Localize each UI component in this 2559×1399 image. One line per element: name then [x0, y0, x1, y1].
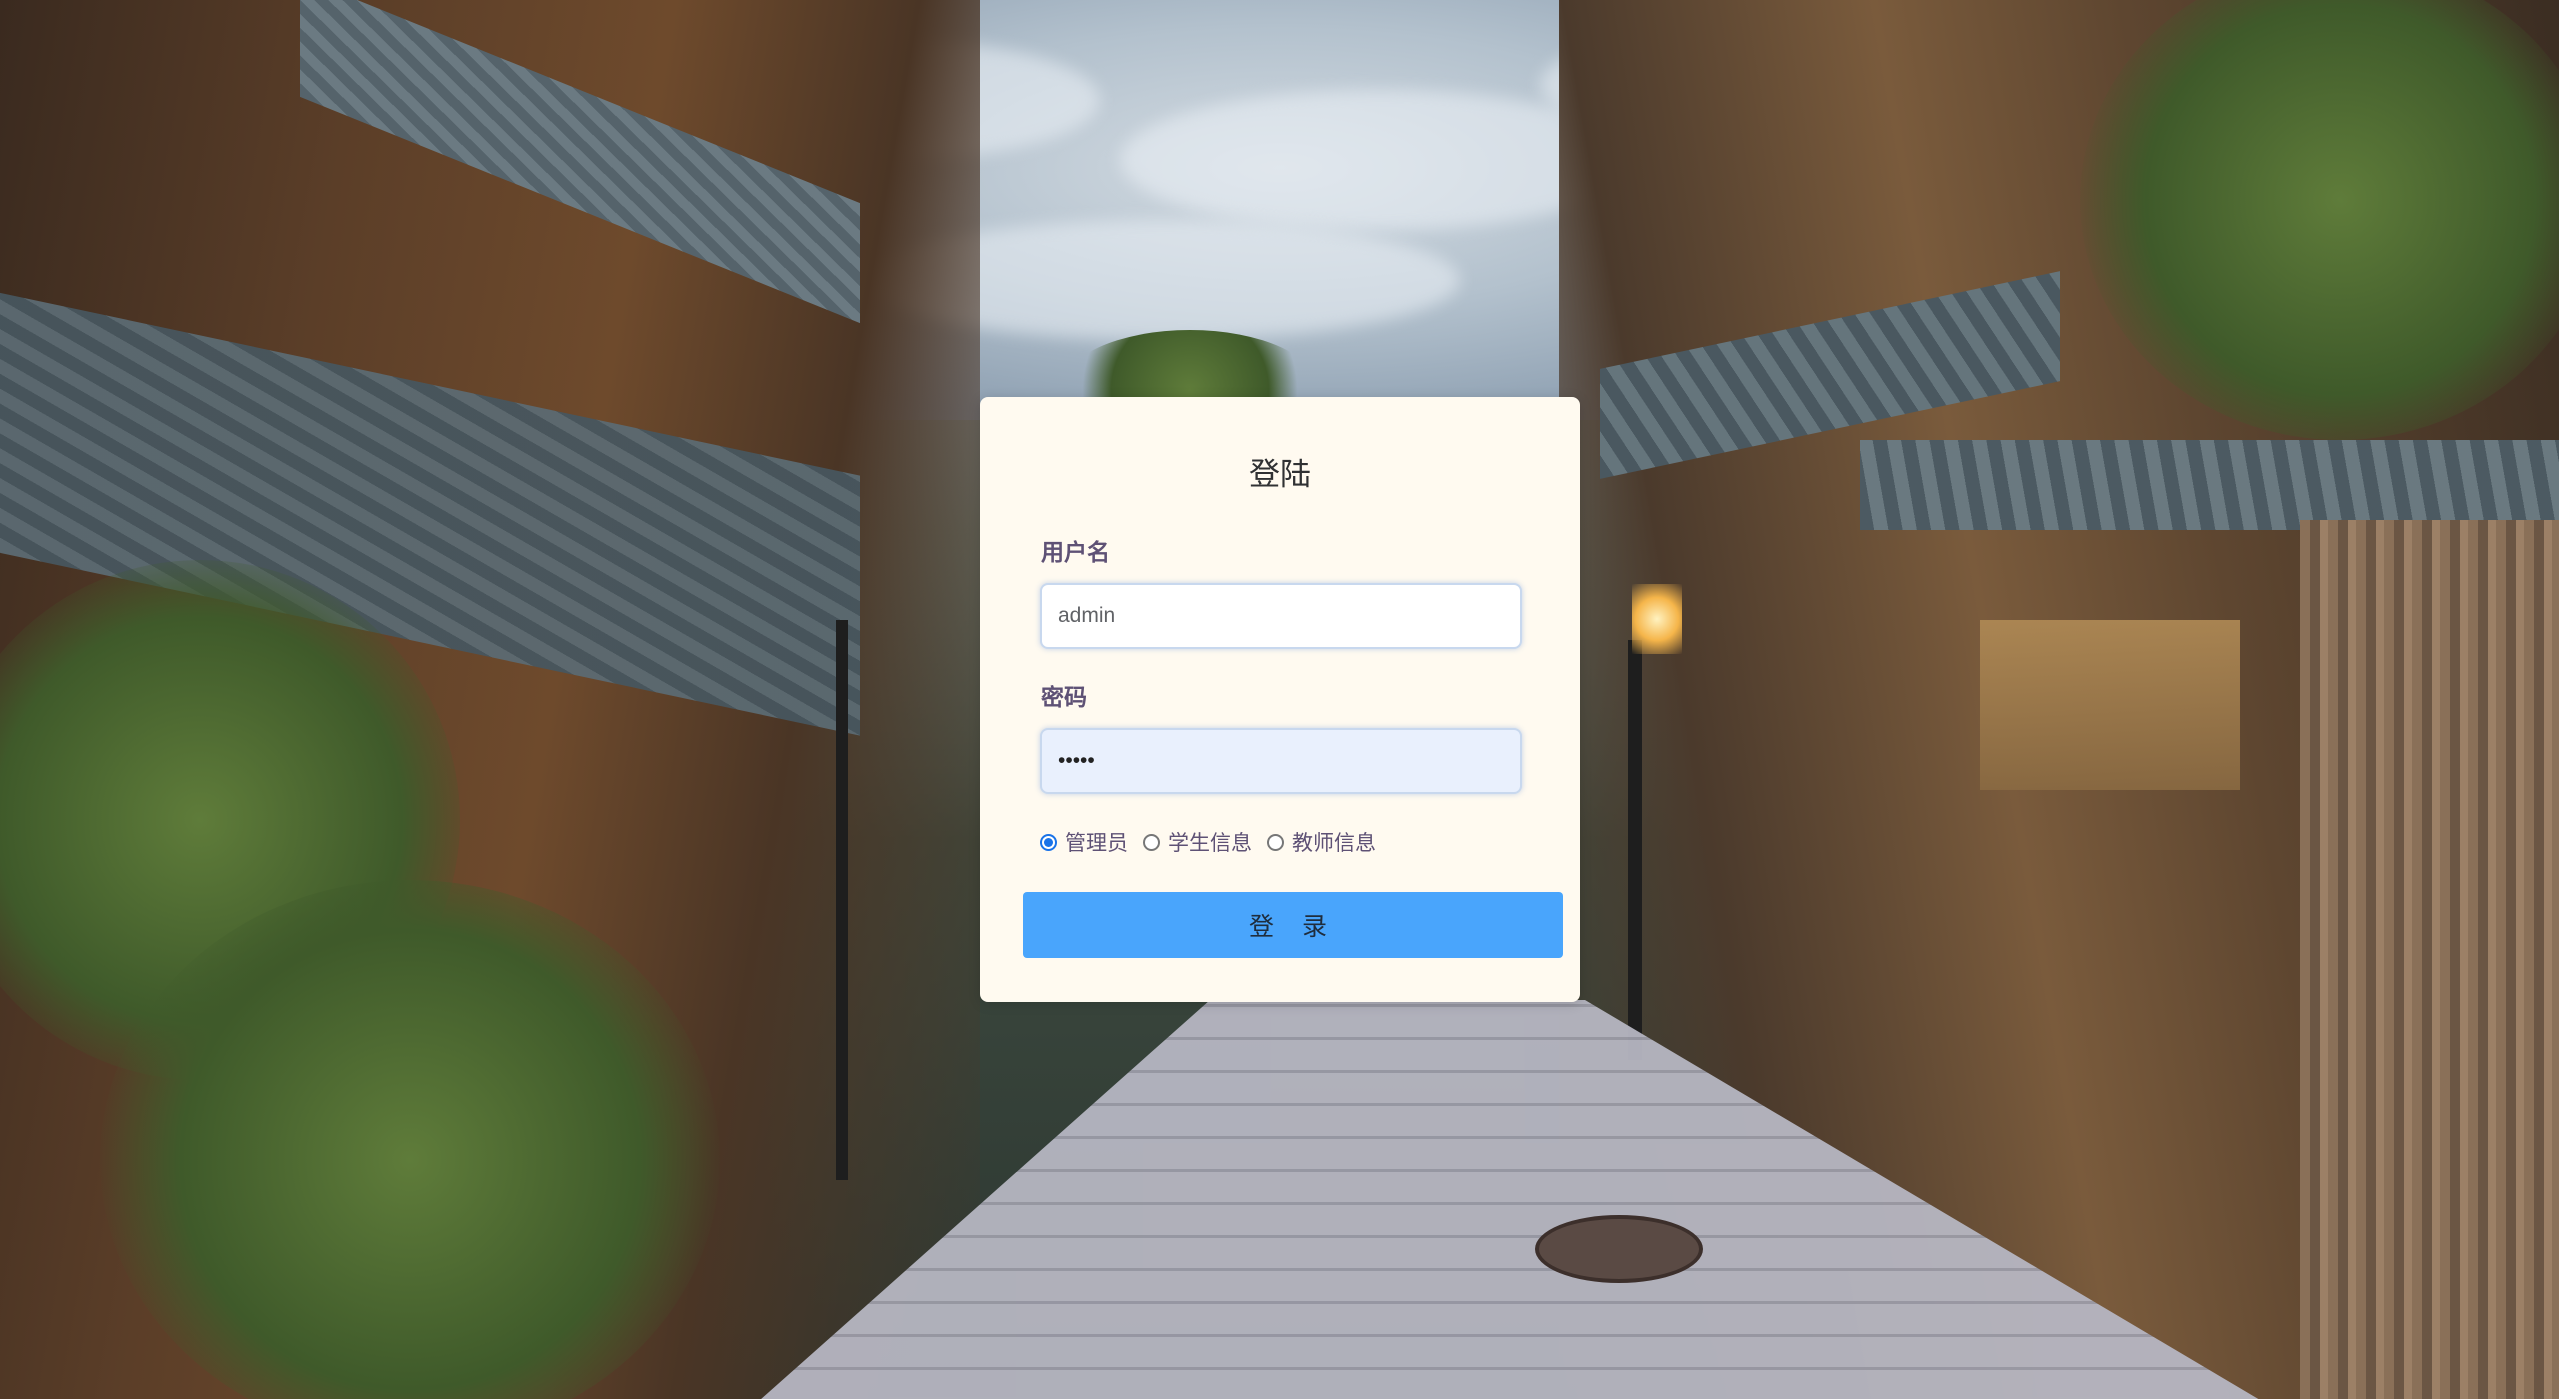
role-option-admin[interactable]: 管理员 — [1040, 827, 1128, 857]
login-card: 登陆 用户名 密码 管理员 学生信息 教师信息 登 录 — [980, 397, 1580, 1002]
radio-checked-icon[interactable] — [1040, 833, 1057, 851]
background-manhole — [1535, 1215, 1703, 1283]
street-lamp-pole — [1628, 640, 1642, 1060]
username-input[interactable] — [1040, 583, 1522, 649]
login-title: 登陆 — [1249, 457, 1311, 493]
role-label-admin: 管理员 — [1065, 831, 1128, 855]
street-lamp-light — [1632, 584, 1682, 654]
role-option-teacher[interactable]: 教师信息 — [1267, 827, 1376, 857]
radio-unchecked-icon[interactable] — [1267, 833, 1284, 851]
background-bamboo-fence — [2300, 520, 2559, 1399]
role-option-student[interactable]: 学生信息 — [1143, 827, 1252, 857]
password-label: 密码 — [1041, 685, 1087, 711]
background-scene: 登陆 用户名 密码 管理员 学生信息 教师信息 登 录 — [0, 0, 2559, 1399]
radio-unchecked-icon[interactable] — [1143, 833, 1160, 851]
background-roof — [1860, 440, 2559, 530]
role-radio-group: 管理员 学生信息 教师信息 — [1040, 827, 1391, 857]
background-window — [1980, 620, 2240, 790]
password-input[interactable] — [1040, 728, 1522, 794]
role-label-teacher: 教师信息 — [1292, 831, 1376, 855]
username-label: 用户名 — [1041, 540, 1110, 566]
street-lamp-pole — [836, 620, 848, 1180]
role-label-student: 学生信息 — [1168, 831, 1252, 855]
login-button[interactable]: 登 录 — [1023, 892, 1563, 958]
